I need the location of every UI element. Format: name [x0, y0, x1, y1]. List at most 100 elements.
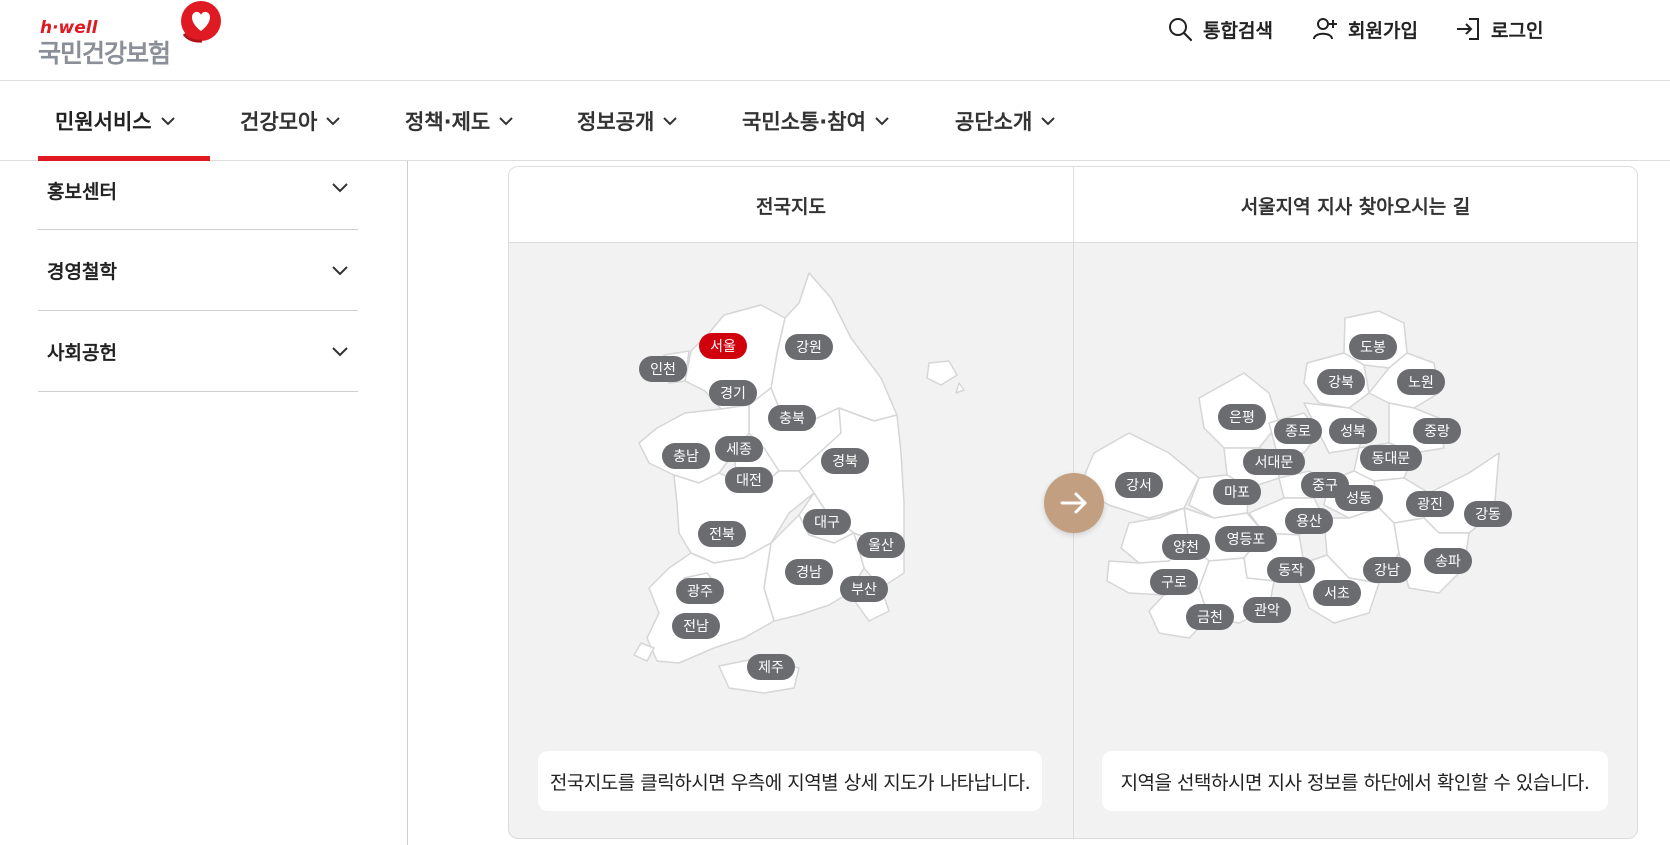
nav-item-civil-service[interactable]: 민원서비스: [55, 81, 176, 161]
district-chip-text: 양천: [1173, 540, 1199, 556]
district-label-9[interactable]: 강서: [1115, 472, 1163, 498]
region-chip-text: 경남: [796, 565, 822, 581]
district-label-7[interactable]: 서대문: [1243, 449, 1305, 475]
region-chip-text: 대구: [814, 515, 840, 531]
district-chip-text: 구로: [1161, 575, 1187, 591]
region-label-13[interactable]: 광주: [676, 578, 724, 604]
region-label-15[interactable]: 전남: [672, 613, 720, 639]
region-chip-text: 충북: [779, 411, 805, 427]
region-label-11[interactable]: 울산: [857, 532, 905, 558]
district-label-24[interactable]: 금천: [1186, 604, 1234, 630]
district-label-11[interactable]: 마포: [1213, 479, 1261, 505]
district-chip-text: 성북: [1340, 424, 1366, 440]
district-label-3[interactable]: 은평: [1218, 404, 1266, 430]
district-label-5[interactable]: 성북: [1329, 418, 1377, 444]
region-chip-text: 광주: [687, 584, 713, 600]
sidebar-item-social[interactable]: 사회공헌: [38, 311, 358, 392]
map-area-islands: [926, 360, 958, 386]
login-icon: [1457, 18, 1479, 40]
district-label-21[interactable]: 구로: [1150, 569, 1198, 595]
region-label-6[interactable]: 세종: [715, 436, 763, 462]
district-chip-text: 서대문: [1255, 455, 1294, 471]
nav-item-participation[interactable]: 국민소통·참여: [742, 81, 890, 161]
district-chip-text: 관악: [1254, 603, 1280, 619]
logo-main: 국민건강보험: [38, 39, 171, 68]
district-chip-text: 동작: [1278, 563, 1304, 579]
join-link[interactable]: 회원가입: [1312, 14, 1418, 44]
district-label-16[interactable]: 영등포: [1215, 526, 1277, 552]
nav-label: 민원서비스: [55, 110, 152, 134]
region-chip-text: 대전: [736, 473, 762, 489]
region-label-4[interactable]: 충북: [768, 405, 816, 431]
region-chip-text: 세종: [726, 442, 752, 458]
heart-logo-icon: [181, 1, 221, 43]
region-label-7[interactable]: 경북: [821, 448, 869, 474]
region-label-1[interactable]: 강원: [785, 334, 833, 360]
header: h·well 국민건강보험 통합검색 회원가입 로그인: [0, 0, 1670, 81]
district-label-0[interactable]: 도봉: [1349, 334, 1397, 360]
login-link[interactable]: 로그인: [1455, 14, 1543, 44]
district-label-17[interactable]: 양천: [1162, 534, 1210, 560]
region-label-9[interactable]: 대구: [803, 509, 851, 535]
join-label: 회원가입: [1348, 19, 1418, 42]
district-label-18[interactable]: 동작: [1267, 557, 1315, 583]
district-chip-text: 광진: [1417, 497, 1443, 513]
district-chip-text: 강북: [1328, 375, 1354, 391]
region-label-2[interactable]: 인천: [639, 356, 687, 382]
nav-item-about[interactable]: 공단소개: [955, 81, 1056, 161]
login-label: 로그인: [1491, 19, 1544, 42]
sidebar: 홍보센터 경영철학 사회공헌: [38, 161, 358, 392]
chevron-down-icon: [332, 347, 348, 357]
district-label-8[interactable]: 동대문: [1360, 445, 1422, 471]
district-chip-text: 강남: [1374, 563, 1400, 579]
region-chip-text: 울산: [868, 538, 894, 554]
chevron-down-icon: [499, 117, 513, 126]
district-label-13[interactable]: 광진: [1406, 491, 1454, 517]
nav-label: 국민소통·참여: [742, 110, 866, 134]
panel-title-seoul: 서울지역 지사 찾아오시는 길: [1240, 195, 1471, 218]
region-label-10[interactable]: 전북: [698, 521, 746, 547]
logo[interactable]: h·well 국민건강보험: [38, 0, 228, 70]
district-label-2[interactable]: 노원: [1397, 369, 1445, 395]
nav-item-info[interactable]: 정보공개: [577, 81, 678, 161]
arrow-button[interactable]: [1044, 473, 1104, 533]
region-label-3[interactable]: 경기: [709, 380, 757, 406]
district-chip-text: 은평: [1229, 410, 1255, 426]
region-chip-text: 제주: [758, 660, 784, 676]
map-panel: 전국지도 서울지역 지사 찾아오시는 길 서울 강원 인천 경기 충북 충남 세…: [508, 166, 1638, 839]
chevron-down-icon: [1041, 117, 1055, 126]
map-area-islands-2: [955, 382, 965, 394]
nav-item-health[interactable]: 건강모아: [240, 81, 341, 161]
region-label-12[interactable]: 경남: [785, 559, 833, 585]
region-chip-text: 부산: [851, 582, 877, 598]
region-chip-text: 강원: [796, 340, 822, 356]
nav-item-policy[interactable]: 정책·제도: [405, 81, 514, 161]
search-label: 통합검색: [1203, 19, 1273, 42]
search-link[interactable]: 통합검색: [1167, 14, 1273, 44]
region-label-0[interactable]: 서울: [699, 333, 747, 359]
region-chip-text: 전남: [683, 619, 709, 635]
district-label-14[interactable]: 강동: [1464, 501, 1512, 527]
region-chip-text: 충남: [673, 449, 699, 465]
district-label-19[interactable]: 강남: [1363, 557, 1411, 583]
sidebar-item-philosophy[interactable]: 경영철학: [38, 230, 358, 311]
region-label-5[interactable]: 충남: [662, 443, 710, 469]
search-icon: [1169, 18, 1193, 42]
district-label-22[interactable]: 서초: [1313, 580, 1361, 606]
sidebar-item-label: 사회공헌: [47, 341, 117, 364]
nav-label: 건강모아: [240, 110, 318, 134]
district-label-15[interactable]: 용산: [1285, 508, 1333, 534]
district-chip-text: 금천: [1197, 610, 1223, 626]
region-label-16[interactable]: 제주: [747, 654, 795, 680]
district-label-23[interactable]: 관악: [1243, 597, 1291, 623]
region-label-14[interactable]: 부산: [840, 576, 888, 602]
district-label-6[interactable]: 중랑: [1413, 418, 1461, 444]
region-label-8[interactable]: 대전: [725, 467, 773, 493]
sidebar-item-pr-center[interactable]: 홍보센터: [38, 161, 358, 230]
district-chip-text: 서초: [1324, 586, 1350, 602]
district-label-20[interactable]: 송파: [1424, 548, 1472, 574]
district-label-4[interactable]: 종로: [1274, 418, 1322, 444]
district-label-12[interactable]: 성동: [1335, 485, 1383, 511]
district-label-1[interactable]: 강북: [1317, 369, 1365, 395]
chevron-down-icon: [332, 183, 348, 193]
